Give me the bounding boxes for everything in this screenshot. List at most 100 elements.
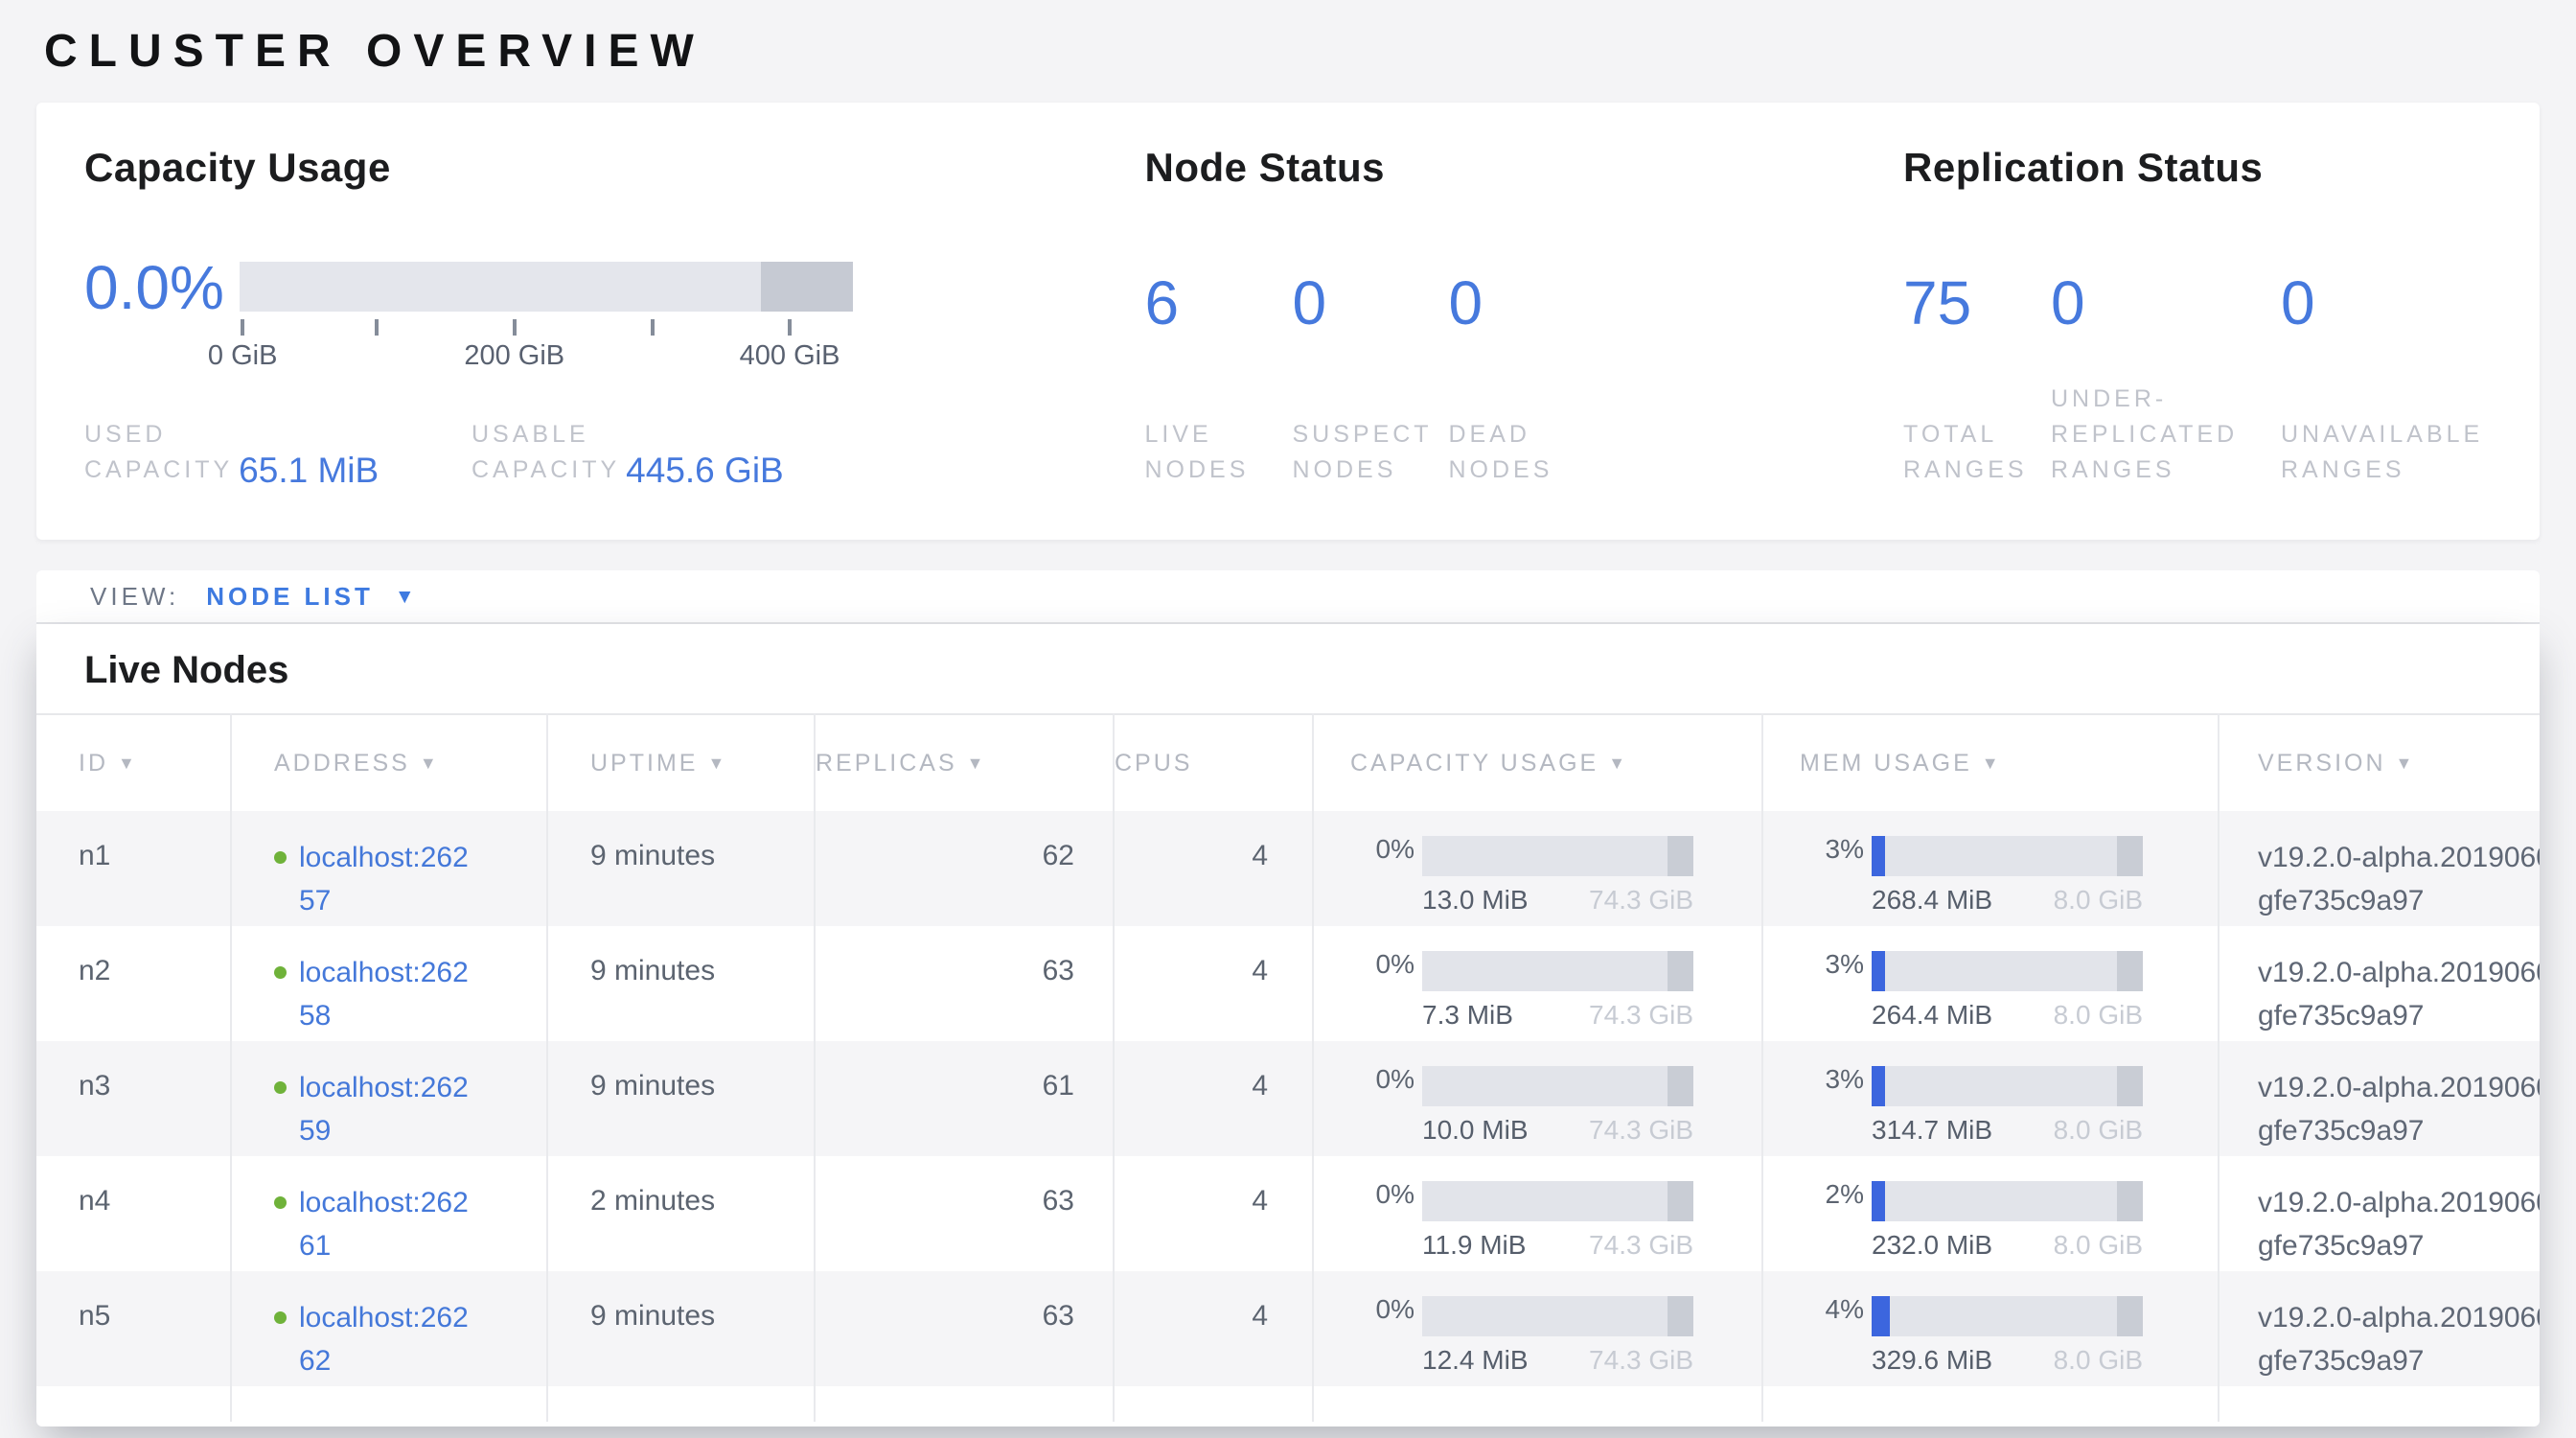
view-selected-value: NODE LIST: [206, 582, 374, 612]
capacity-used-value: 11.9 MiB: [1422, 1230, 1526, 1261]
capacity-usage-title: Capacity Usage: [84, 145, 1096, 191]
capacity-reserved-segment: [1668, 1066, 1693, 1106]
node-mem-usage-cell: 3% 264.4 MiB 8.0 GiB: [1762, 926, 2219, 1041]
stat-label: SUSPECTNODES: [1292, 417, 1432, 488]
summary-stat: 0 SUSPECTNODES: [1292, 271, 1448, 488]
node-live-status-dot-icon: [274, 1196, 287, 1209]
column-header-id[interactable]: ID▼: [36, 714, 231, 811]
node-version-text: v19.2.0-alpha.20190606-2491-gfe735c9a97: [2258, 836, 2540, 922]
node-uptime-cell: 2 minutes: [547, 1156, 815, 1271]
mem-usage-bar: [1872, 836, 2143, 876]
summary-stat: 75TOTALRANGES: [1903, 271, 2051, 488]
table-header-row: ID▼ADDRESS▼UPTIME▼REPLICAS▼CPUSCAPACITY …: [36, 714, 2540, 811]
capacity-used-value: 7.3 MiB: [1422, 1000, 1513, 1031]
capacity-usage-bar: [1422, 1181, 1693, 1221]
node-id-cell: n3: [36, 1041, 231, 1156]
node-address-link[interactable]: localhost:26257: [299, 836, 476, 922]
live-nodes-card: Live Nodes ID▼ADDRESS▼UPTIME▼REPLICAS▼CP…: [36, 624, 2540, 1426]
node-replicas-cell: 63: [815, 1271, 1114, 1386]
capacity-total-value: 74.3 GiB: [1589, 1000, 1693, 1031]
mem-percent-label: 4%: [1763, 1294, 1864, 1325]
stat-label: LIVENODES: [1144, 417, 1249, 488]
capacity-bar-reserved-segment: [761, 262, 853, 312]
capacity-reserved-segment: [1668, 836, 1693, 876]
capacity-total-value: 74.3 GiB: [1589, 1345, 1693, 1376]
node-address-link[interactable]: localhost:26261: [299, 1181, 476, 1267]
node-uptime-cell: 9 minutes: [547, 926, 815, 1041]
node-address-cell: localhost:26257: [231, 811, 547, 926]
capacity-used-value: 13.0 MiB: [1422, 885, 1529, 916]
node-version-text: v19.2.0-alpha.20190606-2491-gfe735c9a97: [2258, 1181, 2540, 1267]
stat-value: 6: [1144, 271, 1292, 335]
replication-status-section: Replication Status 75TOTALRANGES0UNDER-R…: [1855, 103, 2540, 540]
mem-used-fill: [1872, 951, 1885, 991]
mem-used-value: 232.0 MiB: [1872, 1230, 1992, 1261]
node-status-stats: 6 LIVENODES 0 SUSPECTNODES0 DEADNODES: [1144, 271, 1855, 488]
node-id-cell: n5: [36, 1271, 231, 1386]
column-header-address[interactable]: ADDRESS▼: [231, 714, 547, 811]
stat-label: DEADNODES: [1448, 417, 1552, 488]
column-header-cpus: CPUS: [1114, 714, 1313, 811]
tick-mark: [651, 319, 655, 336]
capacity-stat: USEDCAPACITY65.1 MiB: [84, 417, 472, 488]
capacity-usage-bar: 0 GiB 200 GiB 400 GiB: [240, 258, 853, 373]
stat-value: 0: [2051, 271, 2281, 335]
mem-used-value: 268.4 MiB: [1872, 885, 1992, 916]
mem-used-fill: [1872, 836, 1885, 876]
mem-usage-bar: [1872, 1181, 2143, 1221]
mem-used-fill: [1872, 1296, 1890, 1336]
capacity-axis-ticks: [240, 319, 853, 340]
mem-reserved-segment: [2117, 1181, 2143, 1221]
column-header-capacity-usage[interactable]: CAPACITY USAGE▼: [1313, 714, 1762, 811]
sort-desc-icon: ▼: [1608, 754, 1628, 773]
axis-label: 200 GiB: [464, 340, 564, 372]
capacity-reserved-segment: [1668, 951, 1693, 991]
node-cpus-cell: 4: [1114, 1271, 1313, 1386]
node-mem-usage-cell: 3% 268.4 MiB 8.0 GiB: [1762, 811, 2219, 926]
live-nodes-table: ID▼ADDRESS▼UPTIME▼REPLICAS▼CPUSCAPACITY …: [36, 713, 2540, 1422]
node-address-link[interactable]: localhost:26259: [299, 1066, 476, 1152]
node-capacity-usage-cell: 0% 7.3 MiB 74.3 GiB: [1313, 926, 1762, 1041]
capacity-stat: USABLECAPACITY445.6 GiB: [472, 417, 859, 488]
node-status-section: Node Status 6LIVENODES0SUSPECTNODES0DEAD…: [1096, 103, 1855, 540]
node-live-status-dot-icon: [274, 966, 287, 979]
view-bar: VIEW: NODE LIST ▼: [36, 570, 2540, 624]
mem-percent-label: 3%: [1763, 834, 1864, 865]
capacity-stats: USEDCAPACITY65.1 MiBUSABLECAPACITY445.6 …: [84, 417, 1096, 488]
partial-table-row: [36, 1386, 2540, 1422]
column-header-uptime[interactable]: UPTIME▼: [547, 714, 815, 811]
page-title: CLUSTER OVERVIEW: [0, 0, 2576, 78]
node-version-cell: v19.2.0-alpha.20190606-2491-gfe735c9a97: [2219, 1041, 2540, 1156]
table-row: n2 localhost:26258 9 minutes 63 4 0% 7.3…: [36, 926, 2540, 1041]
stat-value: 0: [1292, 271, 1448, 335]
table-row: n4 localhost:26261 2 minutes 63 4 0% 11.…: [36, 1156, 2540, 1271]
stat-value: 0: [2281, 271, 2540, 335]
node-address-link[interactable]: localhost:26258: [299, 951, 476, 1037]
column-header-version[interactable]: VERSION▼: [2219, 714, 2540, 811]
column-header-replicas[interactable]: REPLICAS▼: [815, 714, 1114, 811]
node-uptime-cell: 9 minutes: [547, 1271, 815, 1386]
node-version-text: v19.2.0-alpha.20190606-2491-gfe735c9a97: [2258, 1066, 2540, 1152]
axis-label: 400 GiB: [740, 340, 840, 372]
node-uptime-cell: 9 minutes: [547, 1041, 815, 1156]
capacity-usage-bar: [1422, 951, 1693, 991]
node-version-text: v19.2.0-alpha.20190606-2491-gfe735c9a97: [2258, 951, 2540, 1037]
table-row: n3 localhost:26259 9 minutes 61 4 0% 10.…: [36, 1041, 2540, 1156]
tick-mark: [241, 319, 244, 336]
view-selector-dropdown[interactable]: NODE LIST ▼: [206, 582, 414, 612]
sort-desc-icon: ▼: [967, 754, 987, 773]
view-label: VIEW:: [90, 582, 179, 612]
sort-desc-icon: ▼: [2396, 754, 2416, 773]
column-header-mem-usage[interactable]: MEM USAGE▼: [1762, 714, 2219, 811]
table-row: n5 localhost:26262 9 minutes 63 4 0% 12.…: [36, 1271, 2540, 1386]
node-address-cell: localhost:26258: [231, 926, 547, 1041]
mem-used-value: 264.4 MiB: [1872, 1000, 1992, 1031]
node-address-link[interactable]: localhost:26262: [299, 1296, 476, 1382]
replication-status-stats: 75TOTALRANGES0UNDER-REPLICATEDRANGES0UNA…: [1903, 271, 2540, 488]
mem-total-value: 8.0 GiB: [2054, 885, 2143, 916]
summary-stat: 0UNAVAILABLERANGES: [2281, 271, 2540, 488]
node-cpus-cell: 4: [1114, 1041, 1313, 1156]
mem-reserved-segment: [2117, 1296, 2143, 1336]
capacity-used-value: 10.0 MiB: [1422, 1115, 1529, 1146]
node-version-cell: v19.2.0-alpha.20190606-2491-gfe735c9a97: [2219, 1271, 2540, 1386]
